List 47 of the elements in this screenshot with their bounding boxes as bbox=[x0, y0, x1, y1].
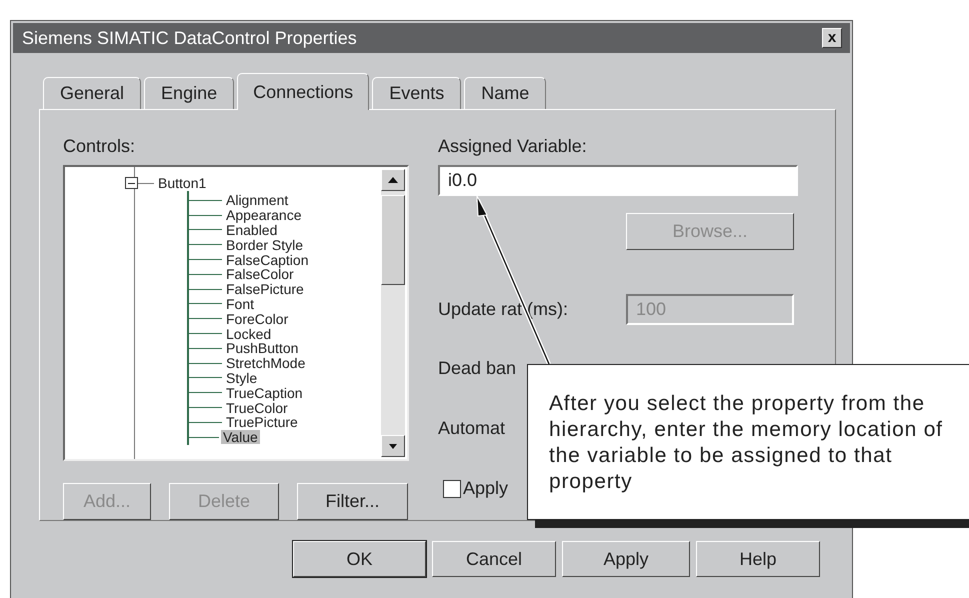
dead-band-label: Dead ban bbox=[438, 358, 516, 379]
tree-item[interactable]: StretchMode bbox=[224, 356, 308, 370]
tree-item[interactable]: TrueCaption bbox=[224, 386, 305, 400]
update-rate-label: Update rat (ms): bbox=[438, 299, 570, 320]
up-arrow-icon bbox=[388, 177, 398, 183]
automatic-label: Automat bbox=[438, 418, 506, 439]
tab[interactable]: Name bbox=[464, 77, 546, 109]
dialog-button[interactable]: Help bbox=[696, 541, 820, 577]
tree-item[interactable]: Locked bbox=[224, 326, 274, 341]
callout-text: After you select the property from the hierarchy, enter the memory location of the variable to be assigned to that property bbox=[549, 391, 944, 495]
tree-item[interactable]: FalsePicture bbox=[224, 282, 306, 296]
window-title: Siemens SIMATIC DataControl Properties bbox=[22, 28, 357, 48]
dialog-button[interactable]: Apply bbox=[562, 541, 690, 577]
dialog-button[interactable]: OK bbox=[293, 541, 426, 577]
tree-item[interactable]: Style bbox=[224, 370, 260, 385]
tree-item[interactable]: Appearance bbox=[224, 208, 304, 222]
scrollbar[interactable] bbox=[381, 169, 405, 457]
tree-item[interactable]: Enabled bbox=[224, 222, 280, 237]
assigned-variable-field[interactable]: i0.0 bbox=[438, 165, 798, 196]
close-button[interactable]: x bbox=[822, 28, 842, 48]
tree-item[interactable]: FalseCaption bbox=[224, 252, 310, 267]
scroll-thumb[interactable] bbox=[381, 195, 405, 285]
tree-item[interactable]: Button1 bbox=[156, 176, 208, 190]
tree-item[interactable]: PushButton bbox=[224, 341, 300, 356]
controls-tree[interactable]: Button1 Alignment Appearance Enabled Border Style FalseCaption FalseColor FalsePicture Font ForeColor Locked PushButton StretchMode Style TrueCaption TrueColor TruePicture Value bbox=[63, 165, 409, 461]
tree-item[interactable]: Font bbox=[224, 296, 256, 311]
scroll-down-button[interactable] bbox=[381, 435, 405, 457]
collapse-toggle[interactable] bbox=[125, 177, 138, 189]
dialog-button[interactable]: Cancel bbox=[432, 541, 556, 577]
tab[interactable]: Engine bbox=[144, 77, 234, 109]
assigned-variable-label: Assigned Variable: bbox=[438, 136, 588, 157]
tree-item[interactable]: Value bbox=[221, 430, 260, 444]
controls-label: Controls: bbox=[63, 136, 136, 157]
tab[interactable]: General bbox=[43, 77, 142, 109]
tree-item[interactable]: Border Style bbox=[224, 238, 306, 252]
tree-item[interactable]: ForeColor bbox=[224, 312, 290, 326]
tree-item[interactable]: TruePicture bbox=[224, 415, 300, 430]
apply-checkbox-label: Apply bbox=[463, 478, 508, 499]
tree-item[interactable]: Alignment bbox=[224, 193, 290, 208]
scroll-up-button[interactable] bbox=[381, 169, 405, 191]
down-arrow-icon bbox=[389, 444, 397, 448]
tree-item[interactable]: TrueColor bbox=[224, 400, 290, 415]
tree-item[interactable]: FalseColor bbox=[224, 267, 296, 282]
tab[interactable]: Connections bbox=[237, 73, 370, 110]
tree-action-button[interactable]: Filter... bbox=[297, 483, 408, 520]
apply-checkbox[interactable] bbox=[443, 480, 461, 498]
tab[interactable]: Events bbox=[372, 77, 462, 109]
